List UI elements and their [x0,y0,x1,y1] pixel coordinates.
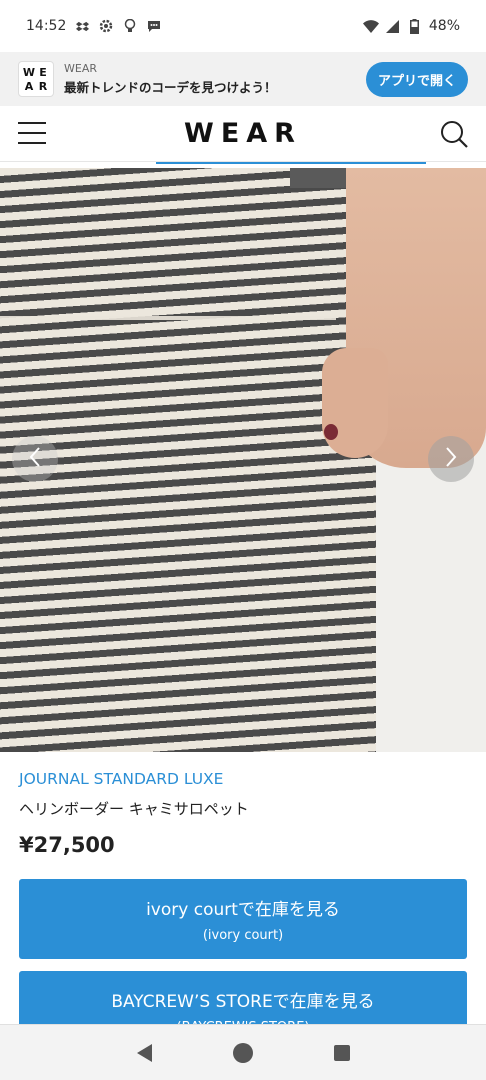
back-icon[interactable] [136,1043,152,1062]
product-photo-pocket [0,316,336,320]
tab-indicator [156,162,426,164]
open-in-app-button[interactable]: アプリで開く [365,61,468,97]
chevron-left-icon [28,446,42,472]
system-nav-bar [0,1024,486,1080]
settings-icon [98,18,114,34]
dropbox-icon [74,18,90,34]
app-install-banner[interactable]: W E A R WEAR 最新トレンドのコーデを見つけよう！ アプリで開く [0,52,486,106]
product-name: ヘリンボーダー キャミサロペット [19,800,249,818]
product-photo-strap [290,168,350,188]
store-button-label: ivory courtで在庫を見る [146,900,340,920]
status-right: 48% [362,18,460,34]
wear-app-logo: W E A R [18,61,54,97]
search-icon[interactable] [440,120,468,148]
chat-icon [146,18,162,34]
signal-icon [385,18,401,34]
banner-app-name: WEAR [64,62,97,75]
site-header: WEAR [0,106,486,162]
product-image-carousel[interactable] [0,168,486,752]
recent-apps-icon[interactable] [333,1044,350,1061]
product-photo-nail [324,424,338,440]
product-photo-hand [322,348,388,458]
status-bar: 14:52 48% [0,0,486,52]
battery-percent: 48% [428,18,460,34]
banner-text: WEAR 最新トレンドのコーデを見つけよう！ [64,62,277,96]
chevron-right-icon [444,446,458,472]
store-button-sub: (ivory court) [202,928,284,943]
battery-icon [407,18,423,34]
site-logo[interactable]: WEAR [184,118,302,149]
wifi-icon [362,18,379,34]
carousel-next-button[interactable] [428,436,474,482]
logo-letter: E [39,65,47,79]
status-left: 14:52 [26,18,162,34]
product-brand-link[interactable]: JOURNAL STANDARD LUXE [19,770,469,788]
lightbulb-icon [122,18,138,34]
home-icon[interactable] [232,1042,253,1063]
store-button-label: BAYCREW’S STOREで在庫を見る [111,992,375,1012]
carousel-prev-button[interactable] [12,436,58,482]
logo-letter: W [22,65,36,79]
product-price: ¥27,500 [19,833,115,857]
hamburger-menu-icon[interactable] [18,122,46,144]
banner-message: 最新トレンドのコーデを見つけよう！ [64,80,277,95]
logo-letter: R [38,79,48,93]
logo-letter: A [24,79,34,93]
product-info: JOURNAL STANDARD LUXE ヘリンボーダー キャミサロペット ¥… [19,770,469,857]
status-time: 14:52 [26,18,67,34]
store-stock-button[interactable]: ivory courtで在庫を見る (ivory court) [19,879,467,959]
